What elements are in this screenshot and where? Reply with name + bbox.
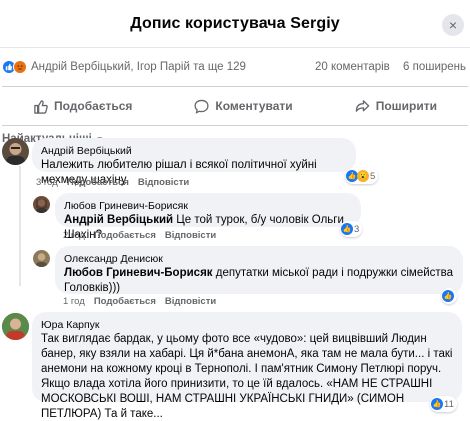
comment-reactions[interactable]: 👍 11 — [430, 396, 457, 412]
comment-like-link[interactable]: Подобається — [67, 177, 129, 188]
comment-mention[interactable]: Андрій Вербіцький — [64, 214, 173, 226]
reaction-count: 3 — [354, 223, 360, 235]
comment-bubble: Андрій Вербіцький Належить любителю ріша… — [32, 138, 356, 186]
comment-reply-link[interactable]: Відповісти — [138, 177, 189, 188]
wow-icon: 😮 — [357, 170, 369, 182]
comment-author[interactable]: Любов Гриневич-Борисяк — [64, 199, 352, 213]
comment-reply-link[interactable]: Відповісти — [165, 230, 216, 241]
post-actions: Подобається Коментувати Поширити — [2, 86, 468, 126]
comment-time[interactable]: 1 год — [63, 296, 85, 307]
comment-author[interactable]: Олександр Денисюк — [64, 252, 454, 266]
avatar[interactable] — [33, 196, 50, 213]
share-label: Поширити — [375, 99, 437, 113]
thumbs-up-icon — [34, 99, 48, 114]
angry-icon — [13, 60, 27, 74]
comment-bubble: Юра Карпук Так виглядає бардак, у цьому … — [32, 312, 462, 420]
dialog-title: Допис користувача Sergiy — [130, 14, 340, 32]
close-icon: × — [448, 17, 458, 33]
shares-count[interactable]: 6 поширень — [403, 61, 466, 73]
thread-line — [19, 166, 21, 286]
comment-label: Коментувати — [215, 99, 293, 113]
comment-reply-link[interactable]: Відповісти — [165, 296, 216, 307]
like-icon: 👍 — [442, 290, 454, 302]
comment-author[interactable]: Юра Карпук — [41, 318, 453, 332]
comment-meta: 3 год Подобається Відповісти — [36, 177, 189, 188]
comment-text: Так виглядає бардак, у цьому фото все «ч… — [41, 333, 453, 420]
like-icon: 👍 — [431, 398, 443, 410]
reactions-summary: Андрій Вербіцький, Ігор Парій та ще 129 … — [0, 48, 470, 86]
comment-like-link[interactable]: Подобається — [94, 296, 156, 307]
share-button[interactable]: Поширити — [355, 99, 437, 114]
like-button[interactable]: Подобається — [33, 99, 132, 114]
comment-meta: 2 год Подобається Відповісти — [63, 230, 216, 241]
dialog-header: Допис користувача Sergiy × — [0, 0, 470, 48]
reacted-users[interactable]: Андрій Вербіцький, Ігор Парій та ще 129 — [31, 61, 315, 73]
comment-like-link[interactable]: Подобається — [94, 230, 156, 241]
comment-text-line: Любов Гриневич-Борисяк депутатки міської… — [64, 266, 454, 296]
like-label: Подобається — [54, 99, 133, 113]
comment-reactions[interactable]: 👍 😮 5 — [345, 168, 379, 184]
reaction-count: 5 — [370, 170, 376, 182]
comment-button[interactable]: Коментувати — [194, 99, 293, 114]
comment-bubble: Олександр Денисюк Любов Гриневич-Борисяк… — [55, 246, 463, 294]
reaction-count: 11 — [444, 398, 454, 410]
comment-mention[interactable]: Любов Гриневич-Борисяк — [64, 267, 213, 279]
like-icon: 👍 — [341, 223, 353, 235]
comment-time[interactable]: 3 год — [36, 177, 58, 188]
comment-reactions[interactable]: 👍 3 — [340, 221, 363, 237]
comment-time[interactable]: 2 год — [63, 230, 85, 241]
avatar[interactable] — [33, 250, 50, 267]
comment-author[interactable]: Андрій Вербіцький — [41, 144, 347, 158]
comment-icon — [194, 99, 209, 114]
close-button[interactable]: × — [442, 14, 464, 36]
avatar[interactable] — [2, 313, 29, 340]
comment-bubble: Любов Гриневич-Борисяк Андрій Вербіцький… — [55, 193, 361, 241]
share-icon — [355, 99, 369, 112]
comment-reactions[interactable]: 👍 — [441, 288, 457, 304]
comment-meta: 1 год Подобається Відповісти — [63, 296, 216, 307]
avatar[interactable] — [2, 138, 29, 165]
reaction-icons[interactable] — [2, 60, 27, 74]
comments-count[interactable]: 20 коментарів — [315, 61, 390, 73]
